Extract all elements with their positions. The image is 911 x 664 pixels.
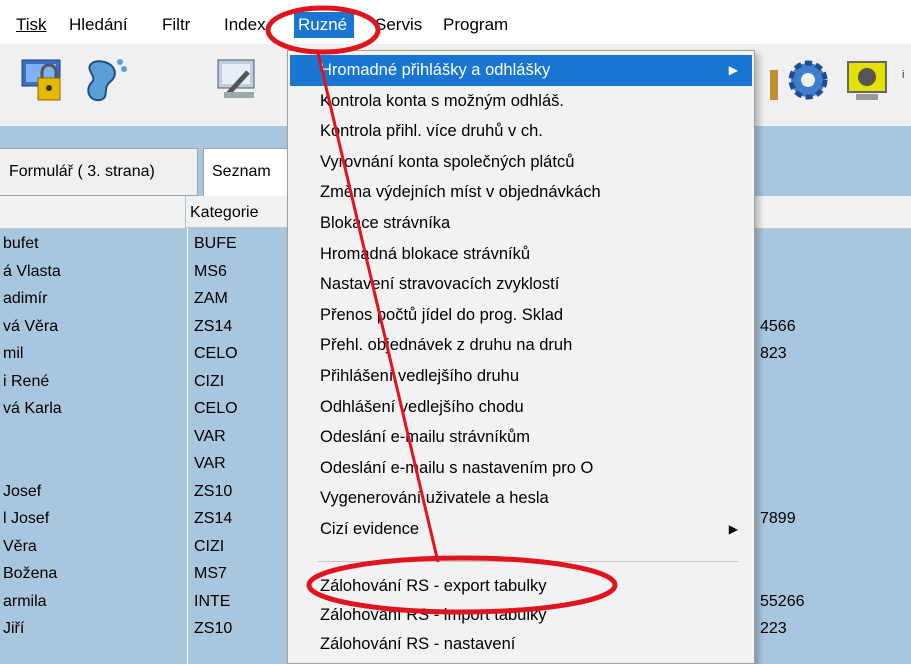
annotation-overlay bbox=[265, 5, 618, 615]
annotation-ellipse-item bbox=[306, 555, 618, 615]
annotation-ellipse-menu bbox=[265, 5, 381, 55]
annotation-arrow-line bbox=[316, 52, 440, 563]
